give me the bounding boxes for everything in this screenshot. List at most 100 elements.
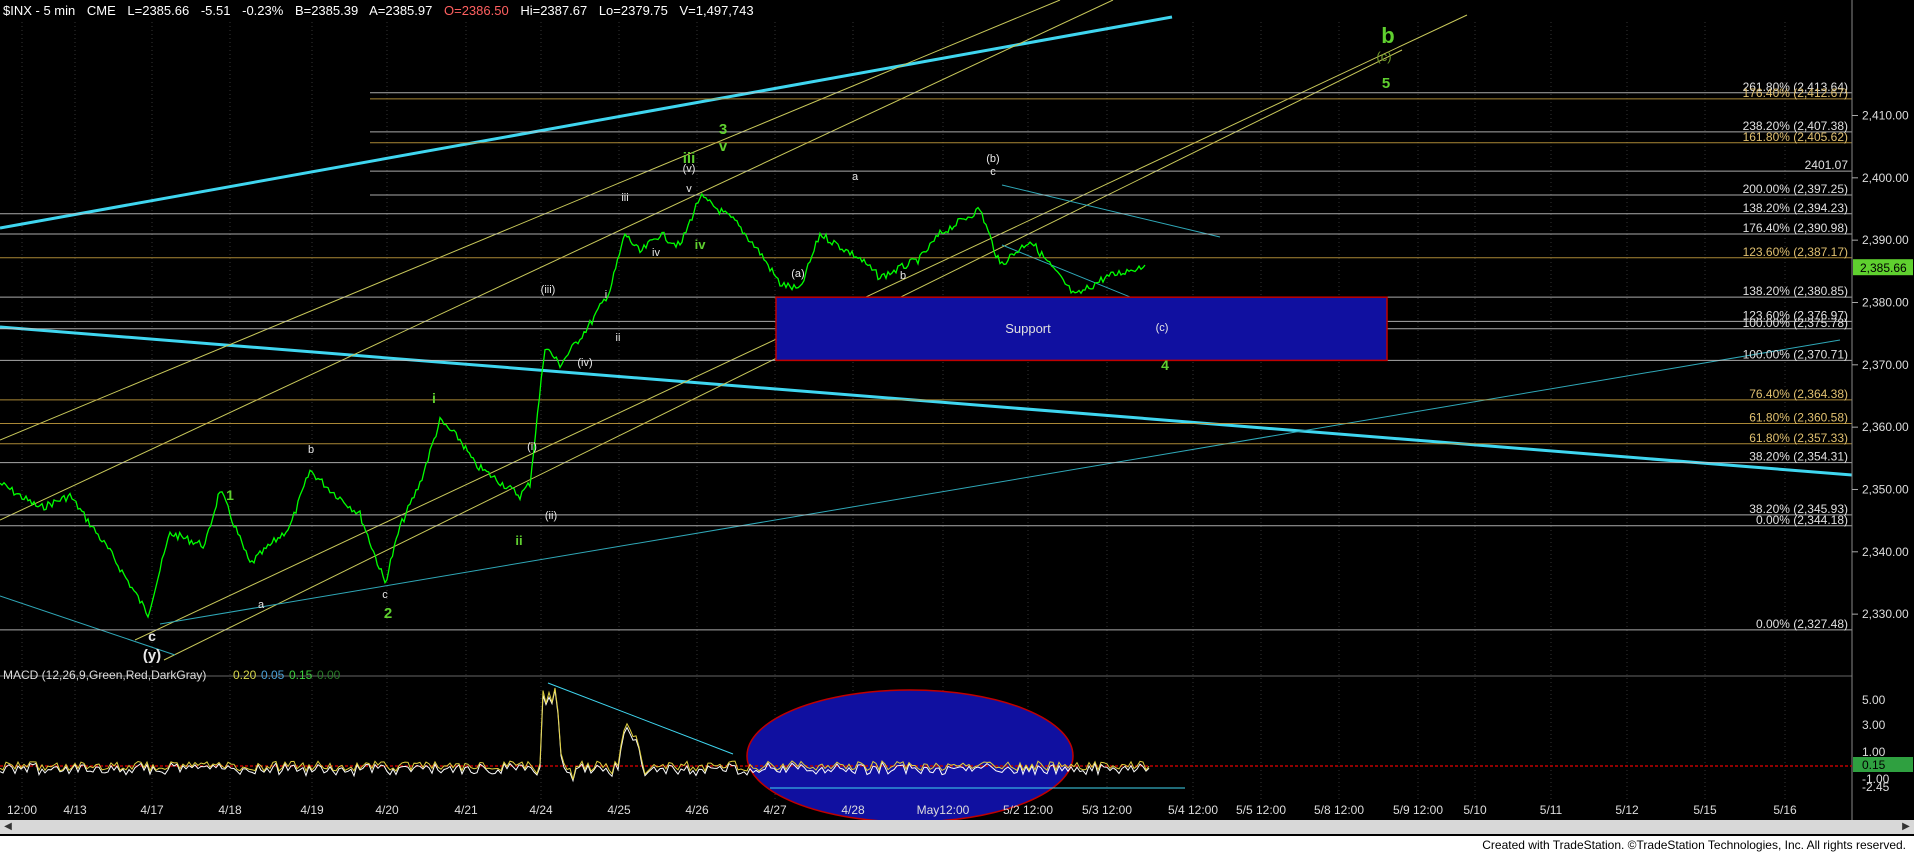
wave-label: (y) <box>143 647 161 664</box>
wave-label: 1 <box>226 487 234 503</box>
macd-value: 0.00 <box>317 668 341 682</box>
macd-tick-label: 3.00 <box>1862 718 1886 732</box>
exchange-label: CME <box>86 3 116 18</box>
wave-label: v <box>686 183 692 195</box>
support-box <box>775 296 1388 362</box>
open-price: O=2386.50 <box>444 3 509 18</box>
fib-label: 61.80% (2,357.33) <box>1749 431 1848 445</box>
price-tick-label: 2,360.00 <box>1862 420 1909 434</box>
wave-label: (ii) <box>545 510 557 522</box>
wave-label: (a) <box>791 268 804 280</box>
price-tick-label: 2,350.00 <box>1862 482 1909 496</box>
macd-label: MACD (12,26,9,Green,Red,DarkGray) <box>3 668 206 682</box>
macd-tick-label: 5.00 <box>1862 693 1886 707</box>
time-tick-label: 4/21 <box>454 803 478 817</box>
last-price-label: 2,385.66 <box>1860 261 1907 275</box>
time-tick-label: 4/25 <box>607 803 631 817</box>
fib-label: 200.00% (2,397.25) <box>1743 182 1848 196</box>
time-tick-label: 5/12 <box>1615 803 1639 817</box>
wave-label: iv <box>695 237 707 252</box>
wave-label: i <box>432 390 436 406</box>
time-tick-label: 4/24 <box>529 803 553 817</box>
fib-label: 161.80% (2,405.62) <box>1743 130 1848 144</box>
high-price: Hi=2387.67 <box>520 3 588 18</box>
fib-label: 61.80% (2,360.58) <box>1749 411 1848 425</box>
time-tick-label: 12:00 <box>7 803 37 817</box>
wave-label: (i) <box>527 441 537 453</box>
wave-label: a <box>852 171 859 183</box>
macd-value: 0.20 <box>233 668 257 682</box>
fib-label: 2401.07 <box>1805 158 1849 172</box>
support-zone: Support <box>775 296 1388 362</box>
wave-label: (c) <box>1156 322 1169 334</box>
fib-label: 38.20% (2,354.31) <box>1749 450 1848 464</box>
time-tick-label: 5/4 12:00 <box>1168 803 1218 817</box>
price-tick-label: 2,370.00 <box>1862 358 1909 372</box>
time-tick-label: 5/10 <box>1463 803 1487 817</box>
wave-label: c <box>148 628 156 644</box>
fib-label: 138.20% (2,380.85) <box>1743 284 1848 298</box>
price-tick-label: 2,330.00 <box>1862 607 1909 621</box>
wave-label: b <box>308 444 314 456</box>
macd-tick-label: 1.00 <box>1862 745 1886 759</box>
wave-label: (iii) <box>541 284 556 296</box>
fib-label: 76.40% (2,364.38) <box>1749 387 1848 401</box>
wave-label: 3 <box>719 121 727 138</box>
wave-label: a <box>258 599 265 611</box>
ask-price: A=2385.97 <box>369 3 433 18</box>
wave-label: i <box>605 289 607 301</box>
price-tick-label: 2,340.00 <box>1862 545 1909 559</box>
scroll-right-icon[interactable]: ▶ <box>1900 821 1912 833</box>
time-tick-label: 4/17 <box>140 803 164 817</box>
fib-label: 176.40% (2,390.98) <box>1743 221 1848 235</box>
price-tick-label: 2,400.00 <box>1862 171 1909 185</box>
macd-tick-label: -2.45 <box>1862 780 1890 794</box>
wave-label: c <box>382 589 388 601</box>
time-tick-label: 4/27 <box>763 803 787 817</box>
time-tick-label: 4/28 <box>841 803 865 817</box>
fib-label: 138.20% (2,394.23) <box>1743 201 1848 215</box>
price-tick-label: 2,380.00 <box>1862 295 1909 309</box>
symbol-label: $INX - 5 min <box>3 3 76 18</box>
time-tick-label: 5/2 12:00 <box>1003 803 1053 817</box>
time-tick-label: 5/16 <box>1773 803 1797 817</box>
wave-label: ii <box>515 533 522 548</box>
time-tick-label: 4/13 <box>63 803 87 817</box>
time-tick-label: 5/3 12:00 <box>1082 803 1132 817</box>
volume-value: V=1,497,743 <box>679 3 754 18</box>
wave-label: 5 <box>1382 75 1390 92</box>
scroll-left-icon[interactable]: ◀ <box>2 821 14 833</box>
fib-label: 0.00% (2,344.18) <box>1756 513 1848 527</box>
horizontal-scrollbar[interactable]: ◀ ▶ <box>0 820 1914 834</box>
fib-label: 176.40% (2,412.67) <box>1743 86 1848 100</box>
price-tick-label: 2,410.00 <box>1862 108 1909 122</box>
change-value: -5.51 <box>200 3 231 18</box>
fib-label: 123.60% (2,387.17) <box>1743 245 1848 259</box>
change-pct: -0.23% <box>242 3 284 18</box>
wave-label: (c) <box>1376 49 1391 64</box>
time-tick-label: 4/19 <box>300 803 324 817</box>
fib-label: 0.00% (2,327.48) <box>1756 617 1848 631</box>
macd-value: 0.15 <box>289 668 313 682</box>
wave-label: c <box>990 166 996 178</box>
wave-label: (iv) <box>577 357 592 369</box>
time-tick-label: 5/11 <box>1540 803 1563 817</box>
time-tick-label: 5/15 <box>1693 803 1717 817</box>
time-tick-label: 5/9 12:00 <box>1393 803 1443 817</box>
time-tick-label: 4/18 <box>218 803 242 817</box>
macd-value: 0.05 <box>261 668 285 682</box>
bid-price: B=2385.39 <box>294 3 359 18</box>
wave-label: b <box>900 270 906 282</box>
wave-label: 2 <box>384 605 392 622</box>
wave-label: iv <box>652 247 660 259</box>
time-tick-label: 4/20 <box>375 803 399 817</box>
wave-label: ii <box>616 332 621 344</box>
wave-label: 4 <box>1161 357 1169 373</box>
wave-label: v <box>719 138 728 155</box>
fib-label: 100.00% (2,370.71) <box>1743 347 1848 361</box>
copyright-footer: Created with TradeStation. ©TradeStation… <box>1482 838 1906 852</box>
fib-label: 100.00% (2,375.78) <box>1743 316 1848 330</box>
macd-tick-label: 0.15 <box>1862 758 1886 772</box>
last-price: L=2385.66 <box>127 3 190 18</box>
wave-label: iii <box>621 192 628 204</box>
